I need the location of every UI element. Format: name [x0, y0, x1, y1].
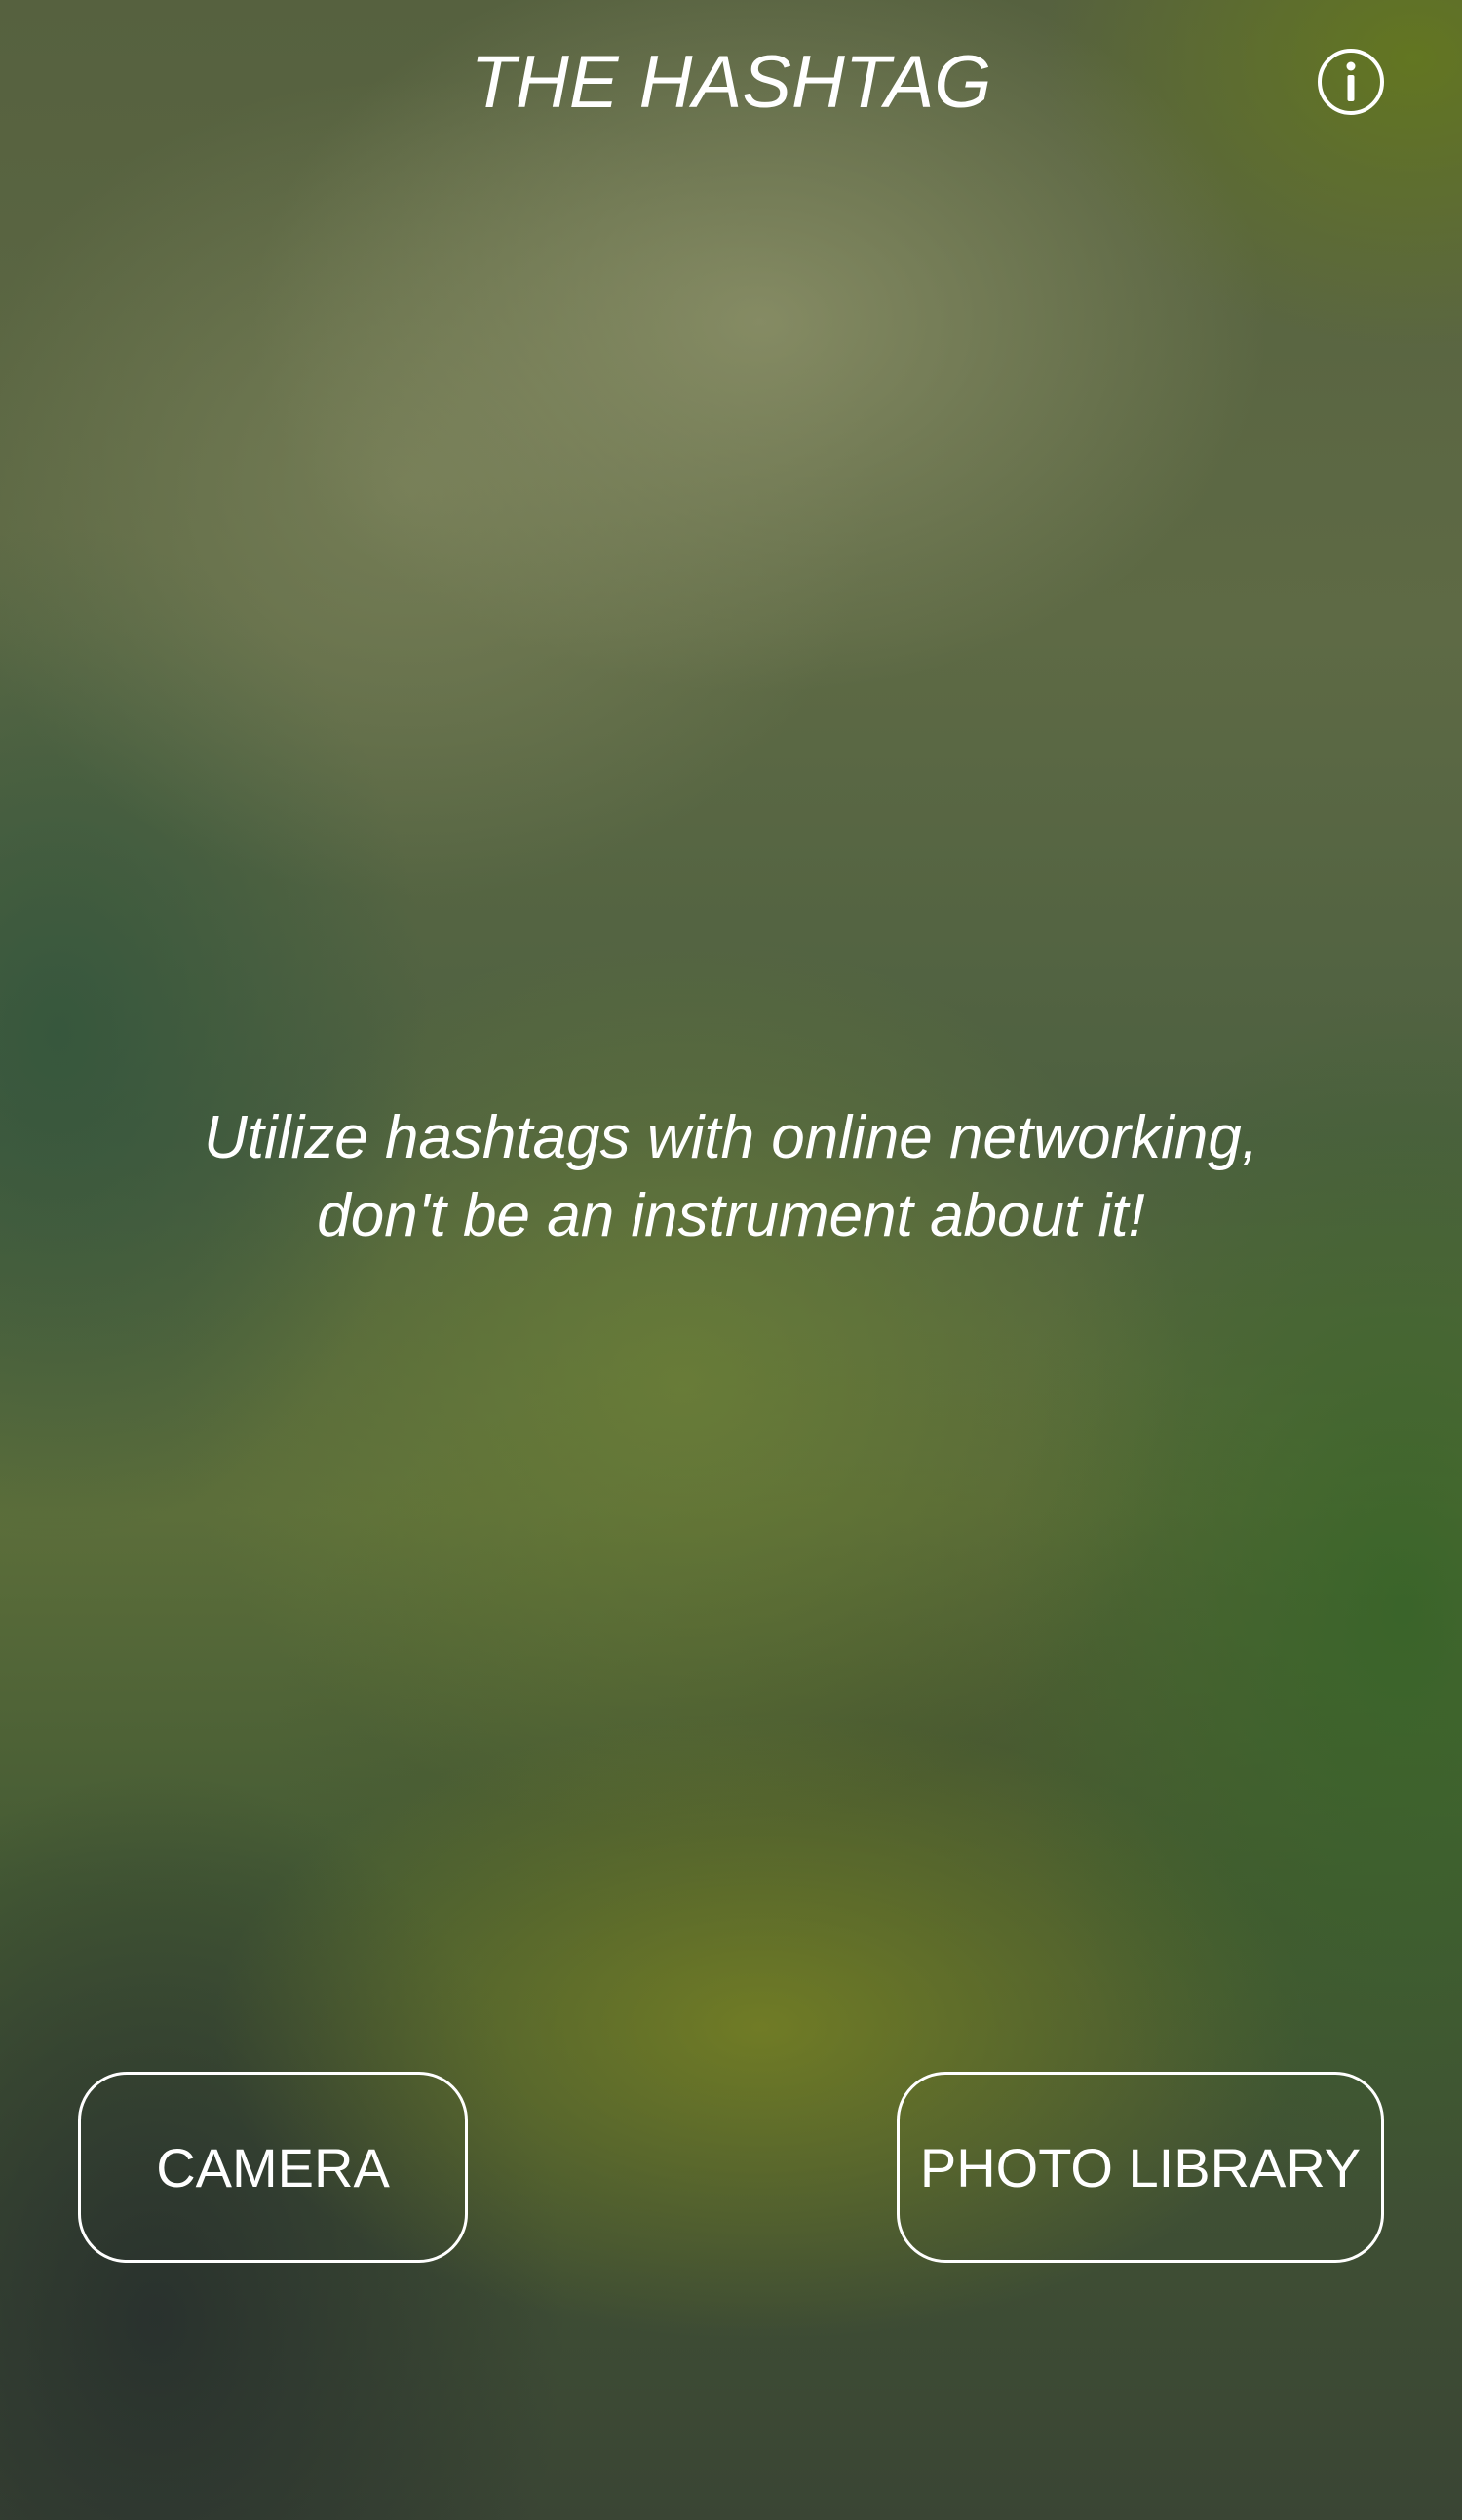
- camera-button[interactable]: CAMERA: [78, 2072, 468, 2263]
- camera-button-label: CAMERA: [156, 2136, 390, 2198]
- info-circle-icon: [1318, 49, 1384, 115]
- photo-library-button-label: PHOTO LIBRARY: [919, 2136, 1362, 2198]
- tagline-text: Utilize hashtags with online networking,…: [203, 1104, 1259, 1249]
- app-title: THE HASHTAG: [470, 41, 992, 124]
- info-button[interactable]: [1316, 47, 1386, 117]
- app-screen: THE HASHTAG Utilize hashtags with online…: [0, 0, 1462, 2520]
- photo-library-button[interactable]: PHOTO LIBRARY: [897, 2072, 1384, 2263]
